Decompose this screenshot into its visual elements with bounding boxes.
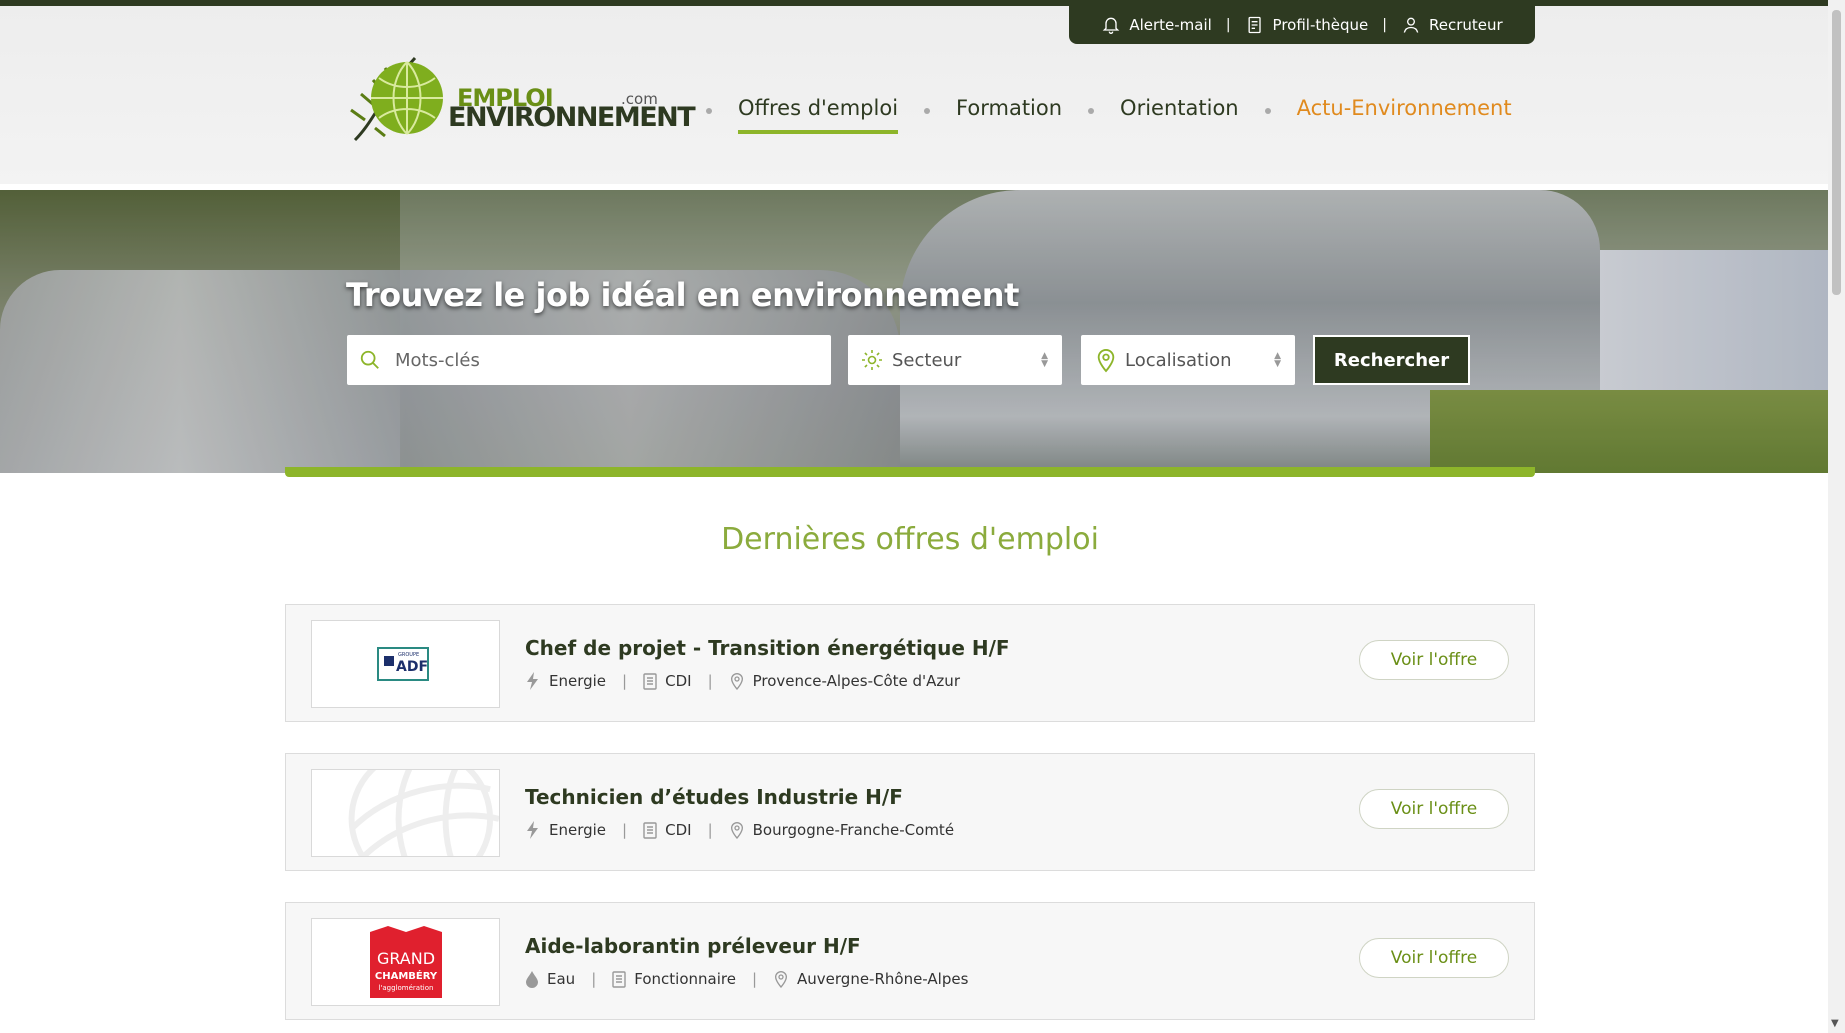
view-offer-button[interactable]: Voir l'offre (1359, 640, 1509, 680)
separator: | (751, 970, 758, 988)
map-pin-icon (730, 673, 743, 691)
separator: | (622, 672, 628, 690)
alert-mail-link[interactable]: Alerte-mail (1101, 15, 1212, 35)
job-location: Bourgogne-Franche-Comté (752, 821, 955, 839)
alert-mail-label: Alerte-mail (1129, 16, 1212, 34)
contract-doc-icon (612, 971, 626, 988)
contract-doc-icon (643, 673, 657, 690)
hero-overlay (0, 190, 1828, 473)
svg-text:GRAND: GRAND (376, 949, 434, 968)
company-logo[interactable]: ADF GROUPE (311, 620, 500, 708)
search-hero: Trouvez le job idéal en environnement Se… (0, 190, 1828, 473)
location-label: Localisation (1125, 349, 1232, 371)
user-icon (1403, 17, 1419, 33)
location-select[interactable]: Localisation ▲ ▼ (1081, 335, 1295, 385)
nav-offres-emploi[interactable]: Offres d'emploi (738, 96, 899, 134)
nav-actu-environnement[interactable]: Actu-Environnement (1297, 96, 1512, 130)
profiltheque-link[interactable]: Profil-thèque (1245, 15, 1369, 35)
job-card: ADF GROUPE Chef de projet - Transition é… (285, 604, 1535, 722)
scroll-down-arrow-icon[interactable]: ▼ (1831, 1018, 1839, 1029)
grand-chambery-logo: GRAND CHAMBÉRY l'agglomération (369, 926, 442, 998)
separator: | (622, 821, 628, 839)
job-card: GRAND CHAMBÉRY l'agglomération Aide-labo… (285, 902, 1535, 1020)
separator: | (707, 672, 713, 690)
svg-text:l'agglomération: l'agglomération (378, 984, 433, 992)
job-title[interactable]: Chef de projet - Transition énergétique … (525, 636, 1010, 660)
view-offer-button[interactable]: Voir l'offre (1359, 789, 1509, 829)
search-button[interactable]: Rechercher (1313, 335, 1470, 385)
job-contract: Fonctionnaire (634, 970, 736, 988)
select-arrows-icon: ▲ ▼ (1041, 351, 1048, 369)
lightning-icon (527, 821, 538, 839)
gear-icon (862, 350, 882, 370)
nav-dot (924, 108, 931, 114)
scrollbar-thumb[interactable] (1832, 10, 1841, 295)
contract-doc-icon (643, 822, 657, 839)
job-location: Auvergne-Rhône-Alpes (797, 970, 969, 988)
utility-bar: Alerte-mail | Profil-thèque | Recruteur (1069, 6, 1535, 44)
separator: | (591, 970, 597, 988)
job-meta: Energie | CDI | Bourgogne-Franche-Comté (525, 820, 954, 840)
profiltheque-label: Profil-thèque (1272, 16, 1369, 34)
job-sector: Eau (547, 970, 576, 988)
map-pin-icon (730, 822, 743, 840)
separator: | (1382, 17, 1387, 33)
logo-word-environnement: ENVIRONNEMENT (448, 102, 696, 133)
bell-icon (1103, 17, 1120, 34)
job-location: Provence-Alpes-Côte d'Azur (752, 672, 960, 690)
keywords-field[interactable] (347, 335, 831, 385)
site-logo[interactable]: EMPLOI .com ENVIRONNEMENT (345, 50, 696, 146)
company-logo-placeholder[interactable] (311, 769, 500, 857)
sector-select[interactable]: Secteur ▲ ▼ (848, 335, 1062, 385)
globe-leaf-logo-icon (350, 56, 443, 142)
view-offer-button[interactable]: Voir l'offre (1359, 938, 1509, 978)
svg-text:ADF: ADF (396, 659, 428, 675)
lightning-icon (527, 672, 538, 690)
company-logo[interactable]: GRAND CHAMBÉRY l'agglomération (311, 918, 500, 1006)
svg-text:CHAMBÉRY: CHAMBÉRY (374, 969, 437, 982)
recruiter-link[interactable]: Recruteur (1401, 15, 1503, 35)
latest-offers-title: Dernières offres d'emploi (721, 522, 1099, 557)
sector-label: Secteur (892, 349, 962, 371)
nav-dot (706, 108, 712, 114)
globe-placeholder-icon (348, 770, 499, 856)
adf-logo: ADF GROUPE (376, 647, 429, 681)
keywords-input[interactable] (393, 348, 831, 372)
profile-doc-icon (1248, 16, 1261, 34)
svg-text:GROUPE: GROUPE (398, 652, 419, 658)
job-meta: Eau | Fonctionnaire | Auvergne-Rhône-Alp… (525, 969, 968, 989)
hero-title: Trouvez le job idéal en environnement (346, 276, 1019, 314)
job-title[interactable]: Aide-laborantin préleveur H/F (525, 934, 861, 958)
job-title[interactable]: Technicien d’études Industrie H/F (525, 785, 903, 809)
job-meta: Energie | CDI | Provence-Alpes-Côte d'Az… (525, 671, 960, 691)
map-pin-icon (1097, 349, 1115, 373)
job-card: Technicien d’études Industrie H/F Energi… (285, 753, 1535, 871)
job-contract: CDI (665, 672, 692, 690)
nav-dot (1088, 108, 1095, 114)
job-sector: Energie (549, 821, 607, 839)
nav-orientation[interactable]: Orientation (1120, 96, 1239, 130)
separator: | (707, 821, 713, 839)
search-icon (360, 350, 379, 369)
page-scrollbar[interactable]: ▼ (1828, 0, 1845, 1033)
separator: | (1225, 17, 1231, 33)
hero-green-bar (285, 467, 1535, 477)
water-drop-icon (526, 971, 538, 988)
job-contract: CDI (665, 821, 692, 839)
map-pin-icon (775, 971, 788, 989)
recruiter-label: Recruteur (1428, 16, 1503, 34)
nav-formation[interactable]: Formation (956, 96, 1062, 130)
nav-dot (1264, 108, 1271, 114)
main-navigation: Offres d'emploi Formation Orientation Ac… (680, 96, 1512, 146)
job-sector: Energie (549, 672, 607, 690)
select-arrows-icon: ▲ ▼ (1274, 351, 1281, 369)
site-header: Alerte-mail | Profil-thèque | Recruteur … (0, 6, 1828, 189)
